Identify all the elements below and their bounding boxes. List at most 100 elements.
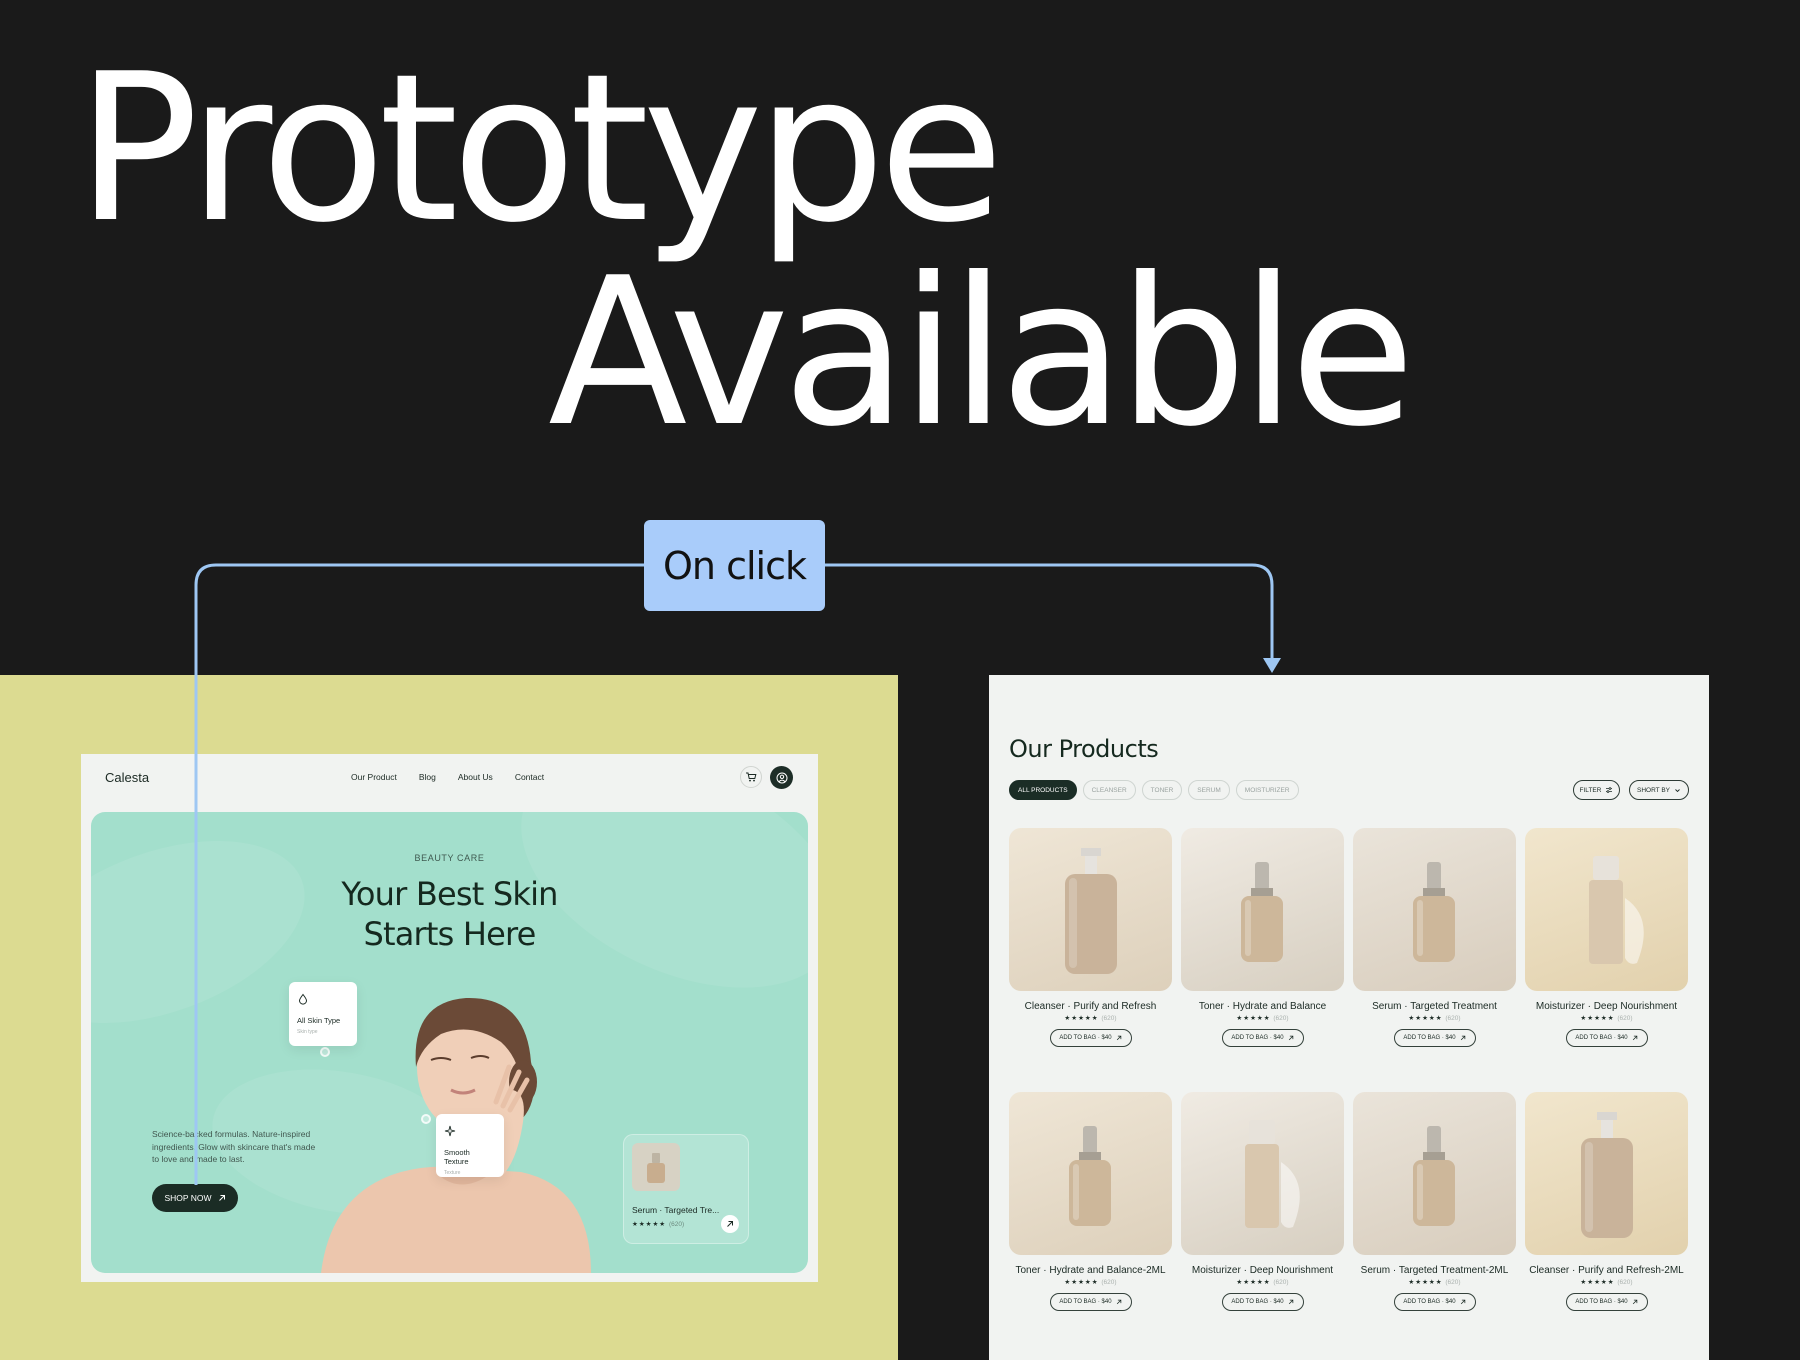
hotspot-dot[interactable] bbox=[421, 1114, 431, 1124]
filter-label: FILTER bbox=[1579, 786, 1602, 794]
headline-line-1: Prototype bbox=[76, 31, 1004, 268]
featured-product-rating: ★★★★★ (620) bbox=[632, 1220, 684, 1228]
product-image[interactable] bbox=[1353, 1092, 1516, 1255]
add-to-bag-button[interactable]: ADD TO BAG · $40 bbox=[1049, 1029, 1132, 1047]
homepage-panel: Calesta Our Product Blog About Us Contac… bbox=[0, 675, 898, 1360]
product-rating: ★★★★★ (620) bbox=[1009, 1014, 1172, 1022]
featured-product-card[interactable]: Serum · Targeted Tre... ★★★★★ (620) bbox=[623, 1134, 749, 1244]
product-card[interactable]: Serum · Targeted Treatment ★★★★★ (620) ADD… bbox=[1353, 828, 1516, 1047]
add-to-bag-label: ADD TO BAG · $40 bbox=[1575, 1299, 1628, 1305]
top-nav: Calesta Our Product Blog About Us Contac… bbox=[81, 754, 818, 810]
arrow-up-right-icon bbox=[1288, 1035, 1293, 1041]
product-card[interactable]: Cleanser · Purify and Refresh-2ML ★★★★★ (… bbox=[1525, 1092, 1688, 1311]
feature-card-title: All Skin Type bbox=[297, 1016, 341, 1025]
feature-card-skin-type: All Skin Type Skin type bbox=[289, 982, 357, 1046]
product-image[interactable] bbox=[1009, 828, 1172, 991]
product-rating: ★★★★★ (620) bbox=[1353, 1278, 1516, 1286]
product-image[interactable] bbox=[1181, 828, 1344, 991]
product-image[interactable] bbox=[1353, 828, 1516, 991]
featured-product-open-button[interactable] bbox=[721, 1215, 739, 1233]
connector-arrowhead bbox=[1263, 658, 1281, 673]
rating-count: (620) bbox=[1617, 1015, 1633, 1022]
add-to-bag-label: ADD TO BAG · $40 bbox=[1231, 1299, 1284, 1305]
products-page-title: Our Products bbox=[1009, 735, 1159, 763]
product-rating: ★★★★★ (620) bbox=[1181, 1278, 1344, 1286]
product-card[interactable]: Moisturizer · Deep Nourishment ★★★★★ (620… bbox=[1181, 1092, 1344, 1311]
rating-count: (620) bbox=[1273, 1279, 1289, 1286]
rating-count: (620) bbox=[1445, 1279, 1461, 1286]
product-image[interactable] bbox=[1525, 1092, 1688, 1255]
product-name: Moisturizer · Deep Nourishment bbox=[1535, 1001, 1678, 1012]
product-rating: ★★★★★ (620) bbox=[1525, 1014, 1688, 1022]
chip-moisturizer[interactable]: MOISTURIZER bbox=[1235, 780, 1299, 800]
arrow-up-right-icon bbox=[1632, 1299, 1637, 1305]
rating-count: (620) bbox=[1617, 1279, 1633, 1286]
products-panel: Our Products ALL PRODUCTS CLEANSER TONER… bbox=[989, 675, 1709, 1360]
brand-logo[interactable]: Calesta bbox=[105, 770, 149, 785]
product-image[interactable] bbox=[1009, 1092, 1172, 1255]
filter-button[interactable]: FILTER bbox=[1573, 780, 1620, 800]
product-name: Cleanser · Purify and Refresh bbox=[1024, 1001, 1157, 1012]
nav-link-blog[interactable]: Blog bbox=[419, 772, 436, 782]
hotspot-dot[interactable] bbox=[320, 1047, 330, 1057]
sort-by-button[interactable]: SHORT BY bbox=[1629, 780, 1689, 800]
add-to-bag-button[interactable]: ADD TO BAG · $40 bbox=[1565, 1293, 1648, 1311]
add-to-bag-label: ADD TO BAG · $40 bbox=[1403, 1035, 1456, 1041]
sparkle-icon bbox=[444, 1125, 456, 1137]
rating-stars: ★★★★★ bbox=[1236, 1279, 1271, 1286]
add-to-bag-button[interactable]: ADD TO BAG · $40 bbox=[1565, 1029, 1648, 1047]
rating-stars: ★★★★★ bbox=[1064, 1015, 1099, 1022]
product-card[interactable]: Serum · Targeted Treatment-2ML ★★★★★ (620… bbox=[1353, 1092, 1516, 1311]
rating-stars: ★★★★★ bbox=[1408, 1015, 1443, 1022]
product-name: Serum · Targeted Treatment bbox=[1372, 1001, 1497, 1012]
rating-stars: ★★★★★ bbox=[632, 1221, 667, 1228]
nav-link-contact[interactable]: Contact bbox=[515, 772, 544, 782]
add-to-bag-label: ADD TO BAG · $40 bbox=[1575, 1035, 1628, 1041]
hero-section: BEAUTY CARE Your Best Skin Starts Here A… bbox=[91, 812, 808, 1273]
product-card[interactable]: Moisturizer · Deep Nourishment ★★★★★ (620… bbox=[1525, 828, 1688, 1047]
hero-description: Science-backed formulas. Nature-inspired… bbox=[152, 1129, 316, 1164]
product-card[interactable]: Cleanser · Purify and Refresh ★★★★★ (620)… bbox=[1009, 828, 1172, 1047]
arrow-up-right-icon bbox=[1632, 1035, 1637, 1041]
arrow-up-right-icon bbox=[1460, 1035, 1465, 1041]
arrow-up-right-icon bbox=[1116, 1035, 1121, 1041]
droplet-icon bbox=[298, 993, 308, 1005]
homepage-frame: Calesta Our Product Blog About Us Contac… bbox=[81, 754, 818, 1282]
hero-title: Your Best Skin Starts Here bbox=[91, 874, 808, 954]
nav-link-about-us[interactable]: About Us bbox=[458, 772, 493, 782]
product-rating: ★★★★★ (620) bbox=[1525, 1278, 1688, 1286]
nav-link-our-product[interactable]: Our Product bbox=[351, 772, 397, 782]
chip-cleanser[interactable]: CLEANSER bbox=[1082, 780, 1136, 800]
headline-line-2: Available bbox=[548, 235, 1415, 472]
product-card[interactable]: Toner · Hydrate and Balance-2ML ★★★★★ (62… bbox=[1009, 1092, 1172, 1311]
account-button[interactable] bbox=[770, 766, 793, 789]
product-name: Toner · Hydrate and Balance-2ML bbox=[1015, 1265, 1166, 1276]
feature-card-title: Smooth Texture bbox=[444, 1148, 470, 1166]
hero-title-line-1: Your Best Skin bbox=[341, 875, 558, 913]
chip-toner[interactable]: TONER bbox=[1141, 780, 1183, 800]
product-card[interactable]: Toner · Hydrate and Balance ★★★★★ (620) AD… bbox=[1181, 828, 1344, 1047]
chip-all-products[interactable]: ALL PRODUCTS bbox=[1009, 780, 1077, 800]
add-to-bag-label: ADD TO BAG · $40 bbox=[1231, 1035, 1284, 1041]
add-to-bag-button[interactable]: ADD TO BAG · $40 bbox=[1049, 1293, 1132, 1311]
rating-stars: ★★★★★ bbox=[1580, 1279, 1615, 1286]
add-to-bag-button[interactable]: ADD TO BAG · $40 bbox=[1221, 1029, 1304, 1047]
add-to-bag-button[interactable]: ADD TO BAG · $40 bbox=[1393, 1293, 1476, 1311]
feature-card-texture: Smooth Texture Texture bbox=[436, 1114, 504, 1177]
shop-now-button[interactable]: SHOP NOW bbox=[152, 1184, 238, 1212]
chip-serum[interactable]: SERUM bbox=[1188, 780, 1230, 800]
add-to-bag-label: ADD TO BAG · $40 bbox=[1403, 1299, 1456, 1305]
cart-button[interactable] bbox=[740, 766, 762, 788]
product-image[interactable] bbox=[1181, 1092, 1344, 1255]
arrow-up-right-icon bbox=[1116, 1299, 1121, 1305]
product-name: Toner · Hydrate and Balance bbox=[1198, 1001, 1327, 1012]
feature-card-subtitle: Texture bbox=[444, 1170, 461, 1176]
add-to-bag-button[interactable]: ADD TO BAG · $40 bbox=[1221, 1293, 1304, 1311]
nav-links: Our Product Blog About Us Contact bbox=[351, 772, 544, 782]
featured-product-image bbox=[632, 1143, 680, 1191]
add-to-bag-button[interactable]: ADD TO BAG · $40 bbox=[1393, 1029, 1476, 1047]
arrow-up-right-icon bbox=[1288, 1299, 1293, 1305]
on-click-trigger-badge[interactable]: On click bbox=[644, 520, 825, 611]
rating-count: (620) bbox=[1273, 1015, 1289, 1022]
product-image[interactable] bbox=[1525, 828, 1688, 991]
